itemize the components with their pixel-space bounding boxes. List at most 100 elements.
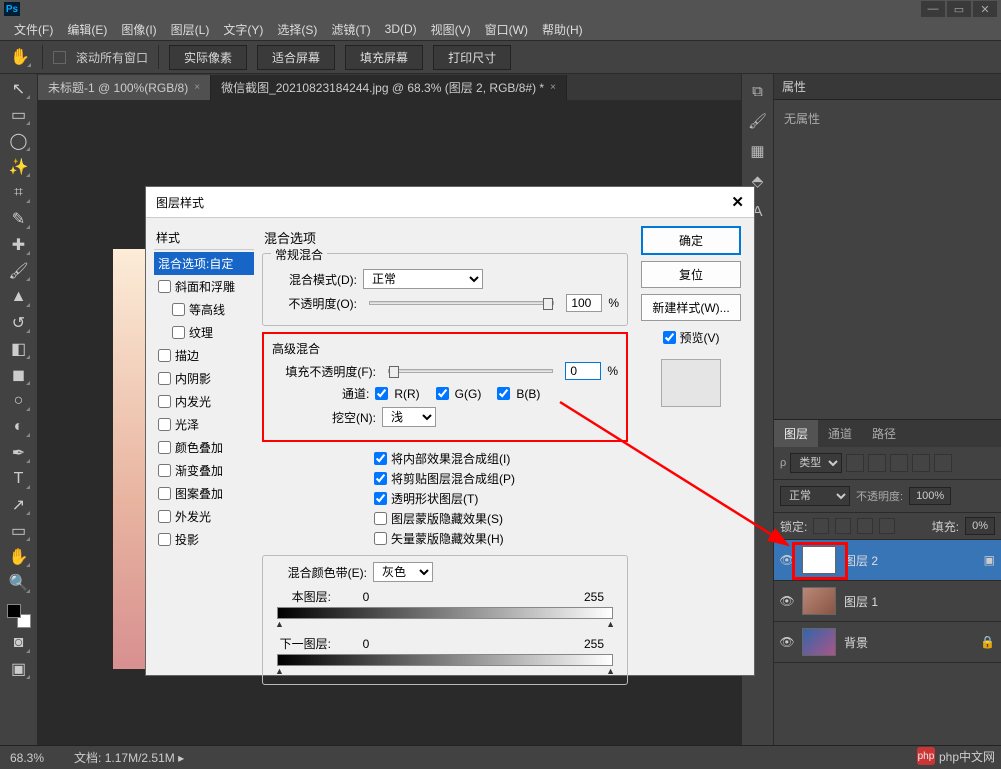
fit-screen-button[interactable]: 适合屏幕 [257, 45, 335, 70]
type-tool-icon[interactable]: T [7, 468, 31, 490]
layer-mask-hides-checkbox[interactable] [374, 512, 387, 525]
doc-info[interactable]: 文档: 1.17M/2.51M ▸ [74, 749, 184, 766]
fill-screen-button[interactable]: 填充屏幕 [345, 45, 423, 70]
style-checkbox[interactable] [158, 487, 171, 500]
style-checkbox[interactable] [172, 303, 185, 316]
document-tab[interactable]: 微信截图_20210823184244.jpg @ 68.3% (图层 2, R… [211, 75, 567, 100]
lock-transparency-icon[interactable] [813, 518, 829, 534]
close-tab-icon[interactable]: × [550, 82, 556, 93]
channel-g-checkbox[interactable] [436, 387, 449, 400]
style-checkbox[interactable] [158, 372, 171, 385]
channel-b-checkbox[interactable] [497, 387, 510, 400]
style-checkbox[interactable] [158, 510, 171, 523]
menu-window[interactable]: 窗口(W) [479, 19, 534, 40]
screen-mode-icon[interactable]: ▣ [7, 658, 31, 680]
style-item[interactable]: 纹理 [154, 321, 254, 344]
menu-filter[interactable]: 滤镜(T) [325, 19, 376, 40]
crop-tool-icon[interactable]: ⌗ [7, 182, 31, 204]
layer-name[interactable]: 背景 [844, 634, 868, 651]
menu-help[interactable]: 帮助(H) [536, 19, 589, 40]
style-item[interactable]: 颜色叠加 [154, 436, 254, 459]
visibility-icon[interactable]: 👁 [780, 594, 794, 608]
layer-name[interactable]: 图层 1 [844, 593, 878, 610]
brush-tool-icon[interactable]: 🖌 [7, 260, 31, 282]
opacity-value[interactable]: 100% [909, 487, 951, 505]
dialog-titlebar[interactable]: 图层样式 ✕ [146, 187, 754, 218]
menu-select[interactable]: 选择(S) [271, 19, 323, 40]
style-item[interactable]: 渐变叠加 [154, 459, 254, 482]
swatches-panel-icon[interactable]: ▦ [746, 140, 770, 162]
scroll-all-checkbox[interactable] [53, 51, 66, 64]
style-item[interactable]: 描边 [154, 344, 254, 367]
fill-opacity-input[interactable] [565, 362, 601, 380]
layer-link-icon[interactable]: ▣ [984, 553, 995, 567]
underlying-gradient[interactable] [277, 654, 613, 666]
print-size-button[interactable]: 打印尺寸 [433, 45, 511, 70]
inner-effects-checkbox[interactable] [374, 452, 387, 465]
color-swatches[interactable] [7, 604, 31, 628]
zoom-tool-icon[interactable]: 🔍 [7, 572, 31, 594]
cancel-button[interactable]: 复位 [641, 261, 741, 288]
brush-panel-icon[interactable]: 🖌 [746, 110, 770, 132]
path-tool-icon[interactable]: ↗ [7, 494, 31, 516]
lock-all-icon[interactable] [879, 518, 895, 534]
visibility-icon[interactable]: 👁 [780, 635, 794, 649]
close-button[interactable]: ✕ [973, 1, 997, 17]
style-item[interactable]: 内阴影 [154, 367, 254, 390]
layer-thumbnail[interactable] [802, 628, 836, 656]
dodge-tool-icon[interactable]: ◐ [7, 416, 31, 438]
style-checkbox[interactable] [158, 280, 171, 293]
style-checkbox[interactable] [158, 533, 171, 546]
new-style-button[interactable]: 新建样式(W)... [641, 294, 741, 321]
lasso-tool-icon[interactable]: ◯ [7, 130, 31, 152]
filter-shape-icon[interactable] [912, 454, 930, 472]
preview-checkbox[interactable] [663, 331, 676, 344]
blend-if-select[interactable]: 灰色 [373, 562, 433, 582]
style-item[interactable]: 外发光 [154, 505, 254, 528]
style-item[interactable]: 等高线 [154, 298, 254, 321]
menu-edit[interactable]: 编辑(E) [61, 19, 113, 40]
hand-tool-icon[interactable]: ✋ [7, 546, 31, 568]
properties-panel-header[interactable]: 属性 [774, 74, 1001, 100]
tab-layers[interactable]: 图层 [774, 420, 818, 447]
style-checkbox[interactable] [158, 464, 171, 477]
menu-layer[interactable]: 图层(L) [165, 19, 216, 40]
slider-handle-icon[interactable]: ▲ [275, 666, 284, 676]
eraser-tool-icon[interactable]: ◧ [7, 338, 31, 360]
style-item[interactable]: 斜面和浮雕 [154, 275, 254, 298]
marquee-tool-icon[interactable]: ▭ [7, 104, 31, 126]
shape-tool-icon[interactable]: ▭ [7, 520, 31, 542]
transparency-shapes-checkbox[interactable] [374, 492, 387, 505]
tab-paths[interactable]: 路径 [862, 420, 906, 447]
style-item[interactable]: 投影 [154, 528, 254, 551]
style-item[interactable]: 光泽 [154, 413, 254, 436]
tab-channels[interactable]: 通道 [818, 420, 862, 447]
zoom-level[interactable]: 68.3% [10, 751, 44, 765]
blur-tool-icon[interactable]: ○ [7, 390, 31, 412]
fill-value[interactable]: 0% [965, 517, 995, 535]
menu-view[interactable]: 视图(V) [425, 19, 477, 40]
healing-brush-tool-icon[interactable]: ✚ [7, 234, 31, 256]
move-tool-icon[interactable]: ↖ [7, 78, 31, 100]
lock-image-icon[interactable] [835, 518, 851, 534]
slider-handle-icon[interactable]: ▲ [606, 666, 615, 676]
foreground-color-swatch[interactable] [7, 604, 21, 618]
channel-r-checkbox[interactable] [375, 387, 388, 400]
dialog-close-icon[interactable]: ✕ [731, 193, 744, 211]
opacity-input[interactable] [566, 294, 602, 312]
history-brush-tool-icon[interactable]: ↺ [7, 312, 31, 334]
actual-pixels-button[interactable]: 实际像素 [169, 45, 247, 70]
style-item[interactable]: 内发光 [154, 390, 254, 413]
style-checkbox[interactable] [172, 326, 185, 339]
history-panel-icon[interactable]: ⧉ [746, 80, 770, 102]
layer-blend-select[interactable]: 正常 [780, 486, 850, 506]
document-tab[interactable]: 未标题-1 @ 100%(RGB/8)× [38, 75, 211, 100]
vector-mask-hides-checkbox[interactable] [374, 532, 387, 545]
layer-row[interactable]: 👁 图层 1 [774, 581, 1001, 622]
style-checkbox[interactable] [158, 418, 171, 431]
close-tab-icon[interactable]: × [194, 82, 200, 93]
quick-mask-icon[interactable]: ◙ [7, 632, 31, 654]
maximize-button[interactable]: ▭ [947, 1, 971, 17]
layer-row[interactable]: 👁 背景 🔒 [774, 622, 1001, 663]
filter-smart-icon[interactable] [934, 454, 952, 472]
